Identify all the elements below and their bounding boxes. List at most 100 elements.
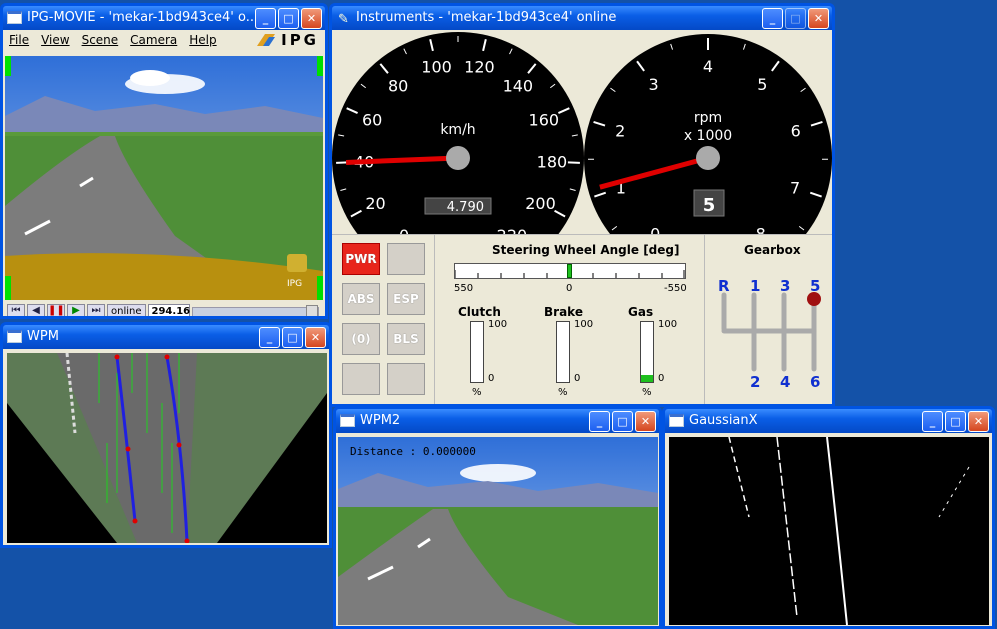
movie-titlebar[interactable]: IPG-MOVIE - 'mekar-1bd943ce4' o... _ □ ✕	[3, 6, 325, 30]
zero-button[interactable]: (0)	[342, 323, 380, 355]
gauge-tick-label: 6	[791, 121, 801, 140]
minimize-button[interactable]: _	[589, 411, 610, 432]
edge-detection-view	[669, 437, 989, 625]
speed-readout: 4.790	[447, 200, 484, 215]
speed-hub	[446, 146, 470, 170]
gearbox-title: Gearbox	[744, 243, 801, 257]
window-icon	[7, 330, 22, 343]
skip-end-icon[interactable]: ⏭	[87, 304, 105, 316]
menu-camera[interactable]: Camera	[130, 33, 177, 47]
close-button[interactable]: ✕	[808, 8, 829, 29]
step-back-icon[interactable]: ◀	[27, 304, 45, 316]
close-button[interactable]: ✕	[301, 8, 322, 29]
gauge-tick-label: 120	[464, 57, 495, 76]
skip-start-icon[interactable]: ⏮	[7, 304, 25, 316]
instruments-client: 020406080100120140160180200220 km/h 4.79…	[332, 30, 832, 404]
pedal-unit-label: %	[472, 387, 482, 398]
wpm2-window[interactable]: WPM2 _ □ ✕ Distance : 0.000000	[333, 406, 662, 629]
blank-button-2[interactable]	[342, 363, 380, 395]
gauge-tick-label: 7	[790, 179, 800, 198]
instruments-window[interactable]: ✎ Instruments - 'mekar-1bd943ce4' online…	[329, 3, 835, 407]
pedal-unit-label: %	[642, 387, 652, 398]
play-icon[interactable]: ▶	[67, 304, 85, 316]
wpm2-titlebar[interactable]: WPM2 _ □ ✕	[336, 409, 659, 433]
blank-button-1[interactable]	[387, 243, 425, 275]
gear-label-2: 2	[750, 373, 761, 391]
gauge-tick-label: 0	[399, 226, 409, 234]
film-icon	[7, 11, 22, 24]
time-readout: 294.16	[147, 304, 190, 316]
abs-button[interactable]: ABS	[342, 283, 380, 315]
instruments-title: Instruments - 'mekar-1bd943ce4' online	[356, 10, 617, 25]
steering-max-label: -550	[664, 283, 687, 294]
road-scene-view[interactable]: IPG	[5, 56, 323, 300]
slider-thumb[interactable]	[306, 305, 318, 316]
gaussianx-titlebar[interactable]: GaussianX _ □ ✕	[665, 409, 992, 433]
gauge-tick-label: 60	[362, 111, 382, 130]
time-slider[interactable]	[191, 305, 319, 316]
speed-unit: km/h	[440, 122, 475, 138]
gauge-tick-label: 4	[703, 57, 713, 76]
pedal-fill	[641, 374, 653, 382]
pedal-max-label: 100	[488, 319, 508, 330]
maximize-button[interactable]: □	[278, 8, 299, 29]
menu-view[interactable]: View	[41, 33, 69, 47]
close-button[interactable]: ✕	[968, 411, 989, 432]
ipg-logo-text: IPG	[281, 31, 319, 49]
wpm-titlebar[interactable]: WPM _ □ ✕	[3, 325, 329, 349]
steering-mid-label: 0	[566, 283, 573, 294]
movie-title: IPG-MOVIE - 'mekar-1bd943ce4' o...	[27, 10, 259, 25]
wpm2-road-view	[338, 437, 658, 625]
controls-panel: PWR ABS ESP (0) BLS Steering Wheel Angle…	[332, 234, 832, 404]
minimize-button[interactable]: _	[255, 8, 276, 29]
maximize-button[interactable]: □	[282, 327, 303, 348]
minimize-button[interactable]: _	[762, 8, 783, 29]
pedal-bar	[470, 321, 484, 383]
bls-button[interactable]: BLS	[387, 323, 425, 355]
pwr-button[interactable]: PWR	[342, 243, 380, 275]
rpm-unit: rpm	[694, 110, 722, 126]
menu-file[interactable]: File	[9, 33, 29, 47]
maximize-button[interactable]: □	[945, 411, 966, 432]
blank-button-3[interactable]	[387, 363, 425, 395]
gauge-tick-label: 180	[537, 153, 568, 172]
instruments-titlebar[interactable]: ✎ Instruments - 'mekar-1bd943ce4' online…	[332, 6, 832, 30]
speedometer: 020406080100120140160180200220 km/h 4.79…	[332, 32, 584, 234]
pedal-min-label: 0	[488, 373, 495, 384]
scene-watermark-text: IPG	[287, 279, 302, 289]
gear-label-5: 5	[810, 277, 821, 295]
esp-button[interactable]: ESP	[387, 283, 425, 315]
close-button[interactable]: ✕	[635, 411, 656, 432]
wpm-title: WPM	[27, 329, 59, 344]
pedal-bar	[640, 321, 654, 383]
gauge-tick-label: 0	[650, 224, 660, 234]
close-button[interactable]: ✕	[305, 327, 326, 348]
gauge-tick-label: 160	[529, 111, 560, 130]
birdseye-view	[7, 353, 327, 543]
menu-scene[interactable]: Scene	[82, 33, 119, 47]
wpm2-title: WPM2	[360, 413, 401, 428]
rpm-hub	[696, 146, 720, 170]
rpm-multiplier: x 1000	[684, 128, 732, 144]
gaussianx-client	[665, 433, 992, 626]
minimize-button[interactable]: _	[922, 411, 943, 432]
gauge-tick-label: 5	[757, 75, 767, 94]
maximize-button[interactable]: □	[612, 411, 633, 432]
movie-client: File View Scene Camera Help IPG IPG ⏮ ◀ …	[3, 30, 325, 316]
ipg-logo: IPG	[255, 31, 319, 49]
gauge-tick-label: 2	[615, 121, 625, 140]
wpm-client	[3, 349, 329, 545]
pedal-label: Clutch	[458, 305, 501, 319]
gauge-tick-label: 100	[421, 57, 452, 76]
pause-icon[interactable]: ❚❚	[47, 304, 65, 316]
wpm-window[interactable]: WPM _ □ ✕	[0, 322, 332, 548]
pedal-unit-label: %	[558, 387, 568, 398]
minimize-button[interactable]: _	[259, 327, 280, 348]
steering-scale	[454, 263, 686, 279]
gaussianx-window[interactable]: GaussianX _ □ ✕	[662, 406, 995, 629]
gauge-tick-label: 20	[365, 194, 385, 213]
menu-help[interactable]: Help	[189, 33, 216, 47]
movie-window[interactable]: IPG-MOVIE - 'mekar-1bd943ce4' o... _ □ ✕…	[0, 3, 328, 319]
steering-indicator	[567, 264, 572, 278]
divider-left	[434, 235, 435, 404]
